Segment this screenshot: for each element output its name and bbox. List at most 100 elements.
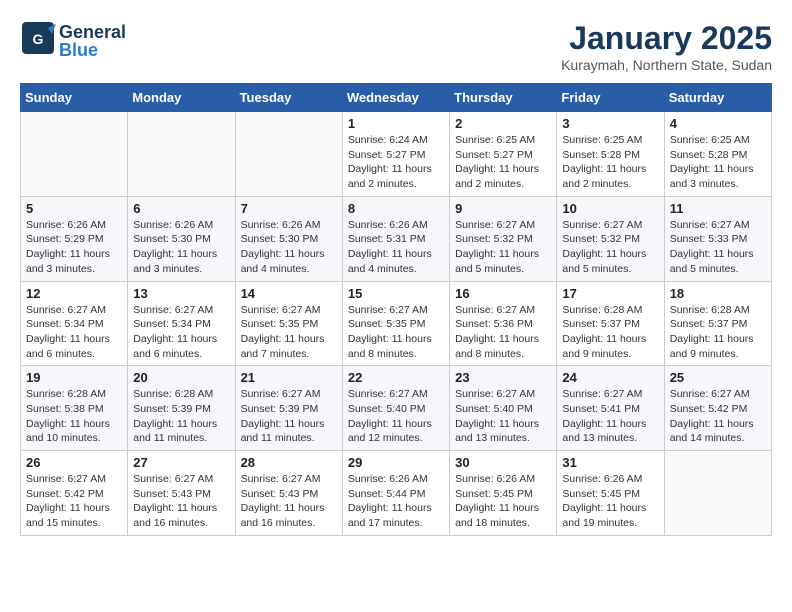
calendar-cell: 24 Sunrise: 6:27 AMSunset: 5:41 PMDayligh… <box>557 366 664 451</box>
calendar-cell: 27 Sunrise: 6:27 AMSunset: 5:43 PMDayligh… <box>128 451 235 536</box>
day-info: Sunrise: 6:27 AMSunset: 5:34 PMDaylight:… <box>133 303 229 362</box>
day-info: Sunrise: 6:27 AMSunset: 5:43 PMDaylight:… <box>133 472 229 531</box>
calendar-cell <box>664 451 771 536</box>
day-number: 11 <box>670 201 766 216</box>
calendar-cell: 6Sunrise: 6:26 AMSunset: 5:30 PMDaylight… <box>128 196 235 281</box>
day-number: 25 <box>670 370 766 385</box>
week-row-5: 26 Sunrise: 6:27 AMSunset: 5:42 PMDayligh… <box>21 451 772 536</box>
day-header-tuesday: Tuesday <box>235 84 342 112</box>
day-info: Sunrise: 6:27 AMSunset: 5:42 PMDaylight:… <box>670 387 766 446</box>
calendar-cell: 30 Sunrise: 6:26 AMSunset: 5:45 PMDayligh… <box>450 451 557 536</box>
calendar-cell: 18 Sunrise: 6:28 AMSunset: 5:37 PMDayligh… <box>664 281 771 366</box>
calendar-cell: 17Sunrise: 6:28 AMSunset: 5:37 PMDayligh… <box>557 281 664 366</box>
day-info: Sunrise: 6:27 AMSunset: 5:41 PMDaylight:… <box>562 387 658 446</box>
day-info: Sunrise: 6:27 AMSunset: 5:32 PMDaylight:… <box>562 218 658 277</box>
day-info: Sunrise: 6:26 AMSunset: 5:45 PMDaylight:… <box>455 472 551 531</box>
day-number: 3 <box>562 116 658 131</box>
day-number: 8 <box>348 201 444 216</box>
calendar-table: SundayMondayTuesdayWednesdayThursdayFrid… <box>20 83 772 536</box>
calendar-cell: 31 Sunrise: 6:26 AMSunset: 5:45 PMDayligh… <box>557 451 664 536</box>
day-info: Sunrise: 6:27 AMSunset: 5:43 PMDaylight:… <box>241 472 337 531</box>
calendar-title: January 2025 <box>561 20 772 57</box>
calendar-cell: 19 Sunrise: 6:28 AMSunset: 5:38 PMDayligh… <box>21 366 128 451</box>
day-number: 9 <box>455 201 551 216</box>
day-number: 30 <box>455 455 551 470</box>
day-number: 16 <box>455 286 551 301</box>
day-number: 29 <box>348 455 444 470</box>
calendar-cell: 20Sunrise: 6:28 AMSunset: 5:39 PMDayligh… <box>128 366 235 451</box>
calendar-cell: 13 Sunrise: 6:27 AMSunset: 5:34 PMDayligh… <box>128 281 235 366</box>
day-info: Sunrise: 6:26 AMSunset: 5:30 PMDaylight:… <box>133 218 229 277</box>
day-number: 20 <box>133 370 229 385</box>
calendar-cell: 9 Sunrise: 6:27 AMSunset: 5:32 PMDaylight… <box>450 196 557 281</box>
day-info: Sunrise: 6:27 AMSunset: 5:34 PMDaylight:… <box>26 303 122 362</box>
week-row-4: 19 Sunrise: 6:28 AMSunset: 5:38 PMDayligh… <box>21 366 772 451</box>
calendar-cell: 15Sunrise: 6:27 AMSunset: 5:35 PMDayligh… <box>342 281 449 366</box>
header: G General Blue January 2025 Kuraymah, No… <box>20 20 772 73</box>
day-header-monday: Monday <box>128 84 235 112</box>
calendar-cell <box>21 112 128 197</box>
day-info: Sunrise: 6:27 AMSunset: 5:40 PMDaylight:… <box>455 387 551 446</box>
day-number: 26 <box>26 455 122 470</box>
day-info: Sunrise: 6:27 AMSunset: 5:33 PMDaylight:… <box>670 218 766 277</box>
day-info: Sunrise: 6:24 AMSunset: 5:27 PMDaylight:… <box>348 133 444 192</box>
svg-text:G: G <box>33 31 44 47</box>
week-row-2: 5 Sunrise: 6:26 AMSunset: 5:29 PMDaylight… <box>21 196 772 281</box>
day-number: 2 <box>455 116 551 131</box>
calendar-cell: 2 Sunrise: 6:25 AMSunset: 5:27 PMDaylight… <box>450 112 557 197</box>
day-info: Sunrise: 6:25 AMSunset: 5:28 PMDaylight:… <box>670 133 766 192</box>
day-info: Sunrise: 6:27 AMSunset: 5:40 PMDaylight:… <box>348 387 444 446</box>
calendar-cell: 29 Sunrise: 6:26 AMSunset: 5:44 PMDayligh… <box>342 451 449 536</box>
logo-icon: G <box>20 20 56 61</box>
day-info: Sunrise: 6:28 AMSunset: 5:37 PMDaylight:… <box>562 303 658 362</box>
calendar-cell: 28 Sunrise: 6:27 AMSunset: 5:43 PMDayligh… <box>235 451 342 536</box>
calendar-cell: 1 Sunrise: 6:24 AMSunset: 5:27 PMDaylight… <box>342 112 449 197</box>
calendar-cell: 16 Sunrise: 6:27 AMSunset: 5:36 PMDayligh… <box>450 281 557 366</box>
day-info: Sunrise: 6:27 AMSunset: 5:36 PMDaylight:… <box>455 303 551 362</box>
week-row-3: 12Sunrise: 6:27 AMSunset: 5:34 PMDayligh… <box>21 281 772 366</box>
day-header-thursday: Thursday <box>450 84 557 112</box>
calendar-subtitle: Kuraymah, Northern State, Sudan <box>561 57 772 73</box>
day-number: 1 <box>348 116 444 131</box>
day-info: Sunrise: 6:27 AMSunset: 5:35 PMDaylight:… <box>348 303 444 362</box>
day-info: Sunrise: 6:27 AMSunset: 5:42 PMDaylight:… <box>26 472 122 531</box>
calendar-cell: 11 Sunrise: 6:27 AMSunset: 5:33 PMDayligh… <box>664 196 771 281</box>
day-info: Sunrise: 6:28 AMSunset: 5:37 PMDaylight:… <box>670 303 766 362</box>
day-info: Sunrise: 6:26 AMSunset: 5:44 PMDaylight:… <box>348 472 444 531</box>
calendar-cell: 4Sunrise: 6:25 AMSunset: 5:28 PMDaylight… <box>664 112 771 197</box>
day-info: Sunrise: 6:26 AMSunset: 5:30 PMDaylight:… <box>241 218 337 277</box>
calendar-cell: 8Sunrise: 6:26 AMSunset: 5:31 PMDaylight… <box>342 196 449 281</box>
day-number: 14 <box>241 286 337 301</box>
day-number: 31 <box>562 455 658 470</box>
calendar-cell: 5 Sunrise: 6:26 AMSunset: 5:29 PMDaylight… <box>21 196 128 281</box>
day-info: Sunrise: 6:27 AMSunset: 5:32 PMDaylight:… <box>455 218 551 277</box>
calendar-cell: 25 Sunrise: 6:27 AMSunset: 5:42 PMDayligh… <box>664 366 771 451</box>
day-number: 7 <box>241 201 337 216</box>
day-number: 13 <box>133 286 229 301</box>
calendar-cell: 26 Sunrise: 6:27 AMSunset: 5:42 PMDayligh… <box>21 451 128 536</box>
day-number: 5 <box>26 201 122 216</box>
day-number: 27 <box>133 455 229 470</box>
day-number: 28 <box>241 455 337 470</box>
week-row-1: 1 Sunrise: 6:24 AMSunset: 5:27 PMDaylight… <box>21 112 772 197</box>
calendar-cell: 10 Sunrise: 6:27 AMSunset: 5:32 PMDayligh… <box>557 196 664 281</box>
calendar-cell: 3 Sunrise: 6:25 AMSunset: 5:28 PMDaylight… <box>557 112 664 197</box>
day-number: 23 <box>455 370 551 385</box>
day-info: Sunrise: 6:25 AMSunset: 5:28 PMDaylight:… <box>562 133 658 192</box>
day-header-wednesday: Wednesday <box>342 84 449 112</box>
day-number: 10 <box>562 201 658 216</box>
day-info: Sunrise: 6:26 AMSunset: 5:45 PMDaylight:… <box>562 472 658 531</box>
day-number: 22 <box>348 370 444 385</box>
title-area: January 2025 Kuraymah, Northern State, S… <box>561 20 772 73</box>
day-info: Sunrise: 6:26 AMSunset: 5:29 PMDaylight:… <box>26 218 122 277</box>
calendar-cell: 23 Sunrise: 6:27 AMSunset: 5:40 PMDayligh… <box>450 366 557 451</box>
calendar-cell <box>235 112 342 197</box>
day-info: Sunrise: 6:25 AMSunset: 5:27 PMDaylight:… <box>455 133 551 192</box>
calendar-cell: 7 Sunrise: 6:26 AMSunset: 5:30 PMDaylight… <box>235 196 342 281</box>
day-header-sunday: Sunday <box>21 84 128 112</box>
day-info: Sunrise: 6:28 AMSunset: 5:38 PMDaylight:… <box>26 387 122 446</box>
day-number: 24 <box>562 370 658 385</box>
calendar-cell: 22 Sunrise: 6:27 AMSunset: 5:40 PMDayligh… <box>342 366 449 451</box>
day-number: 19 <box>26 370 122 385</box>
day-number: 18 <box>670 286 766 301</box>
